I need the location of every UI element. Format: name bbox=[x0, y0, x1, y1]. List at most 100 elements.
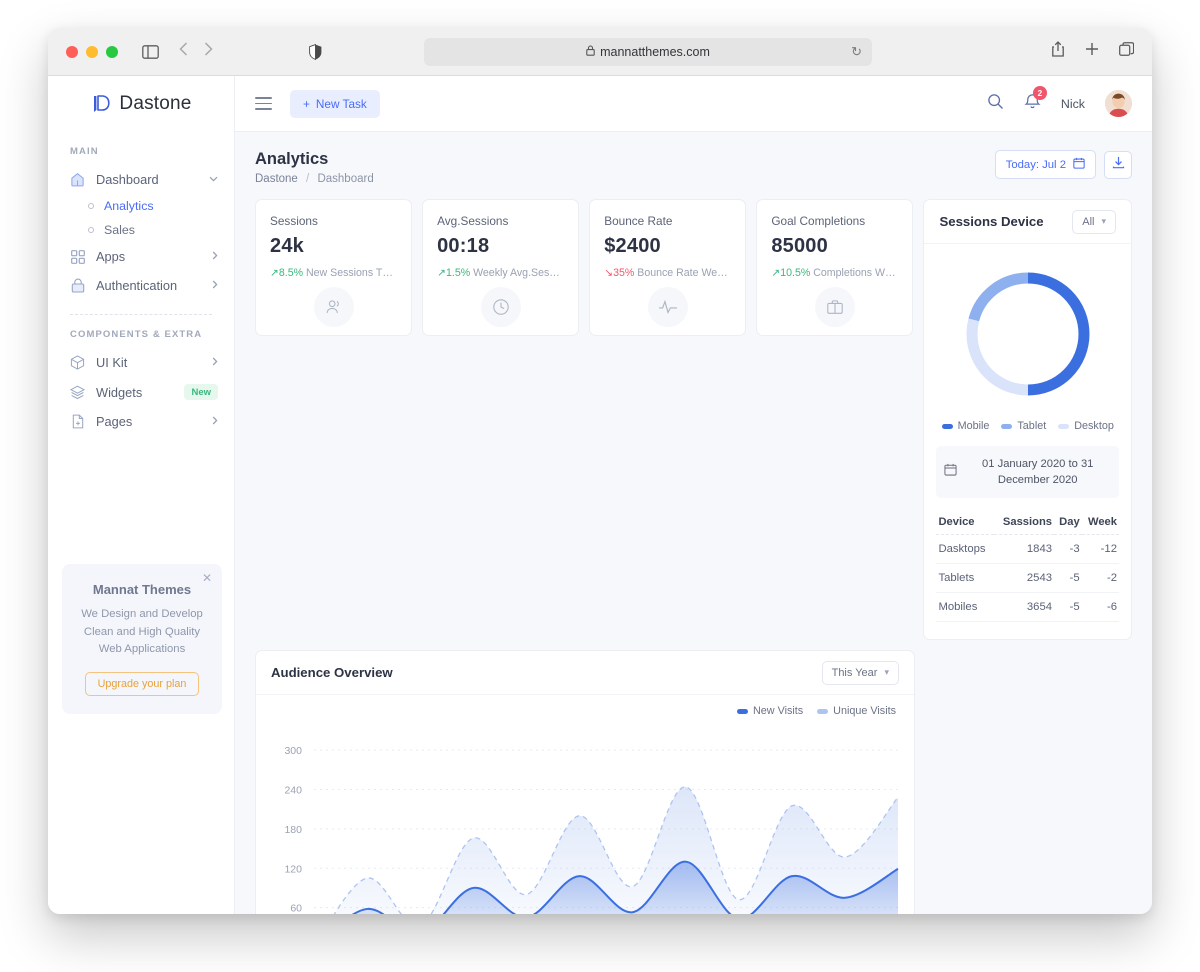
legend-swatch bbox=[1001, 423, 1013, 429]
svg-text:240: 240 bbox=[284, 785, 302, 797]
device-date-range: 01 January 2020 to 31 December 2020 bbox=[936, 446, 1119, 499]
sidebar-item-dashboard[interactable]: Dashboard bbox=[48, 165, 234, 194]
stat-card-goal-completions: Goal Completions 85000 ↗10.5% Completion… bbox=[756, 199, 914, 336]
sidebar-item-label: UI Kit bbox=[96, 355, 128, 370]
clock-icon bbox=[480, 287, 521, 327]
plus-icon[interactable] bbox=[1085, 42, 1099, 61]
sidebar-item-authentication[interactable]: Authentication bbox=[48, 271, 234, 300]
promo-body: We Design and Develop Clean and High Qua… bbox=[81, 608, 203, 655]
users-icon bbox=[313, 287, 354, 327]
cell-day: -5 bbox=[1054, 563, 1082, 594]
device-legend: Mobile Tablet Desktop bbox=[924, 420, 1131, 432]
table-row: Dasktops 1843 -3 -12 bbox=[936, 534, 1119, 565]
forward-button[interactable] bbox=[204, 42, 213, 61]
sidebar-item-analytics[interactable]: Analytics bbox=[48, 194, 234, 218]
card-title: Sessions Device bbox=[939, 214, 1044, 229]
close-window-button[interactable] bbox=[66, 45, 78, 58]
trend-up-icon: ↗ bbox=[437, 267, 446, 279]
share-icon[interactable] bbox=[1051, 41, 1065, 62]
new-task-button[interactable]: + New Task bbox=[290, 89, 380, 118]
minimize-window-button[interactable] bbox=[86, 45, 98, 58]
table-header-row: Device Sassions Day Week bbox=[936, 510, 1119, 536]
notifications-button[interactable]: 2 bbox=[1024, 86, 1047, 115]
cell-week: -2 bbox=[1081, 563, 1119, 594]
legend-item-unique-visits[interactable]: Unique Visits bbox=[817, 705, 896, 717]
cell-week: -12 bbox=[1081, 534, 1119, 565]
svg-text:180: 180 bbox=[284, 824, 302, 836]
audience-range-select[interactable]: This Year ▾ bbox=[821, 660, 899, 685]
reload-icon[interactable]: ↻ bbox=[851, 44, 862, 60]
shield-icon[interactable] bbox=[309, 43, 322, 60]
legend-swatch bbox=[941, 423, 953, 429]
sidebar-item-label: Dashboard bbox=[96, 172, 159, 187]
stat-title: Bounce Rate bbox=[604, 214, 673, 228]
promo-card: ✕ Mannat Themes We Design and Develop Cl… bbox=[62, 564, 222, 714]
audience-chart: New Visits Unique Visits 060120180240300… bbox=[256, 695, 914, 914]
card-header: Audience Overview This Year ▾ bbox=[256, 651, 914, 695]
legend-swatch bbox=[1058, 423, 1070, 429]
sidebar-item-apps[interactable]: Apps bbox=[48, 242, 234, 271]
page-title: Analytics bbox=[255, 150, 329, 168]
svg-text:60: 60 bbox=[290, 903, 302, 914]
date-range-button[interactable]: Today: Jul 2 bbox=[994, 150, 1096, 179]
page-header: Analytics Dastone / Dashboard Today: Jul… bbox=[255, 150, 1132, 185]
cell-device: Dasktops bbox=[936, 534, 995, 565]
breadcrumb-current[interactable]: Dashboard bbox=[317, 173, 373, 185]
app-shell: Dastone MAIN Dashboard Analytics Sales A… bbox=[48, 76, 1152, 914]
chevron-down-icon: ▾ bbox=[1101, 216, 1106, 226]
audience-range-value: This Year bbox=[831, 666, 878, 679]
upgrade-plan-button[interactable]: Upgrade your plan bbox=[84, 671, 200, 696]
sidebar-section-main: MAIN bbox=[70, 146, 99, 157]
sidebar-item-ui-kit[interactable]: UI Kit bbox=[48, 348, 234, 377]
sidebar-item-label: Authentication bbox=[96, 278, 178, 293]
tabs-icon[interactable] bbox=[1119, 41, 1135, 62]
browser-toolbar-actions bbox=[1051, 41, 1135, 62]
activity-icon bbox=[647, 287, 688, 327]
legend-label: Tablet bbox=[1017, 420, 1047, 432]
card-title: Audience Overview bbox=[271, 665, 393, 680]
stat-delta: 1.5% bbox=[446, 267, 471, 279]
avatar[interactable] bbox=[1105, 90, 1132, 117]
sidebar-item-label: Pages bbox=[96, 414, 133, 429]
breadcrumb-root[interactable]: Dastone bbox=[255, 173, 298, 185]
bullet-icon bbox=[88, 203, 94, 209]
chevron-right-icon bbox=[212, 416, 218, 428]
sidebar-item-sales[interactable]: Sales bbox=[48, 218, 234, 242]
page-content: Analytics Dastone / Dashboard Today: Jul… bbox=[235, 132, 1152, 914]
legend-item-new-visits[interactable]: New Visits bbox=[736, 705, 803, 717]
download-button[interactable] bbox=[1104, 150, 1132, 179]
stat-subtext: ↘35% Bounce Rate We… bbox=[604, 267, 731, 279]
browser-nav-arrows bbox=[179, 42, 213, 61]
sidebar-item-widgets[interactable]: Widgets New bbox=[48, 377, 234, 407]
sidebar-toggle-icon[interactable] bbox=[142, 44, 159, 59]
stat-delta: 8.5% bbox=[278, 267, 304, 279]
legend-item-mobile[interactable]: Mobile bbox=[941, 420, 989, 432]
home-icon bbox=[70, 172, 85, 187]
column-header-week: Week bbox=[1081, 510, 1119, 536]
legend-item-desktop[interactable]: Desktop bbox=[1058, 420, 1114, 432]
device-filter-select[interactable]: All ▾ bbox=[1072, 209, 1116, 234]
maximize-window-button[interactable] bbox=[106, 45, 118, 58]
briefcase-icon bbox=[814, 287, 855, 327]
box-icon bbox=[70, 355, 85, 370]
legend-item-tablet[interactable]: Tablet bbox=[1001, 420, 1046, 432]
hamburger-icon[interactable] bbox=[255, 97, 272, 110]
address-bar[interactable]: mannatthemes.com ↻ bbox=[424, 38, 872, 66]
plus-icon: + bbox=[303, 96, 310, 111]
browser-window: mannatthemes.com ↻ Dastone MAIN Dashboar… bbox=[48, 28, 1152, 914]
stat-delta: 35% bbox=[613, 267, 635, 279]
search-icon[interactable] bbox=[987, 93, 1004, 115]
chevron-right-icon bbox=[212, 280, 218, 292]
back-button[interactable] bbox=[179, 42, 188, 61]
device-date-range-label: 01 January 2020 to 31 December 2020 bbox=[982, 458, 1094, 487]
brand-name: Dastone bbox=[119, 93, 192, 114]
svg-text:120: 120 bbox=[284, 863, 302, 875]
brand-logo[interactable]: Dastone bbox=[48, 76, 234, 132]
close-icon[interactable]: ✕ bbox=[202, 571, 212, 585]
device-donut-chart bbox=[924, 254, 1131, 414]
breadcrumb-separator: / bbox=[306, 173, 310, 185]
sidebar-item-pages[interactable]: Pages bbox=[48, 407, 234, 436]
calendar-icon bbox=[1073, 157, 1085, 172]
bullet-icon bbox=[88, 227, 94, 233]
topbar-actions: 2 Nick bbox=[987, 86, 1132, 117]
